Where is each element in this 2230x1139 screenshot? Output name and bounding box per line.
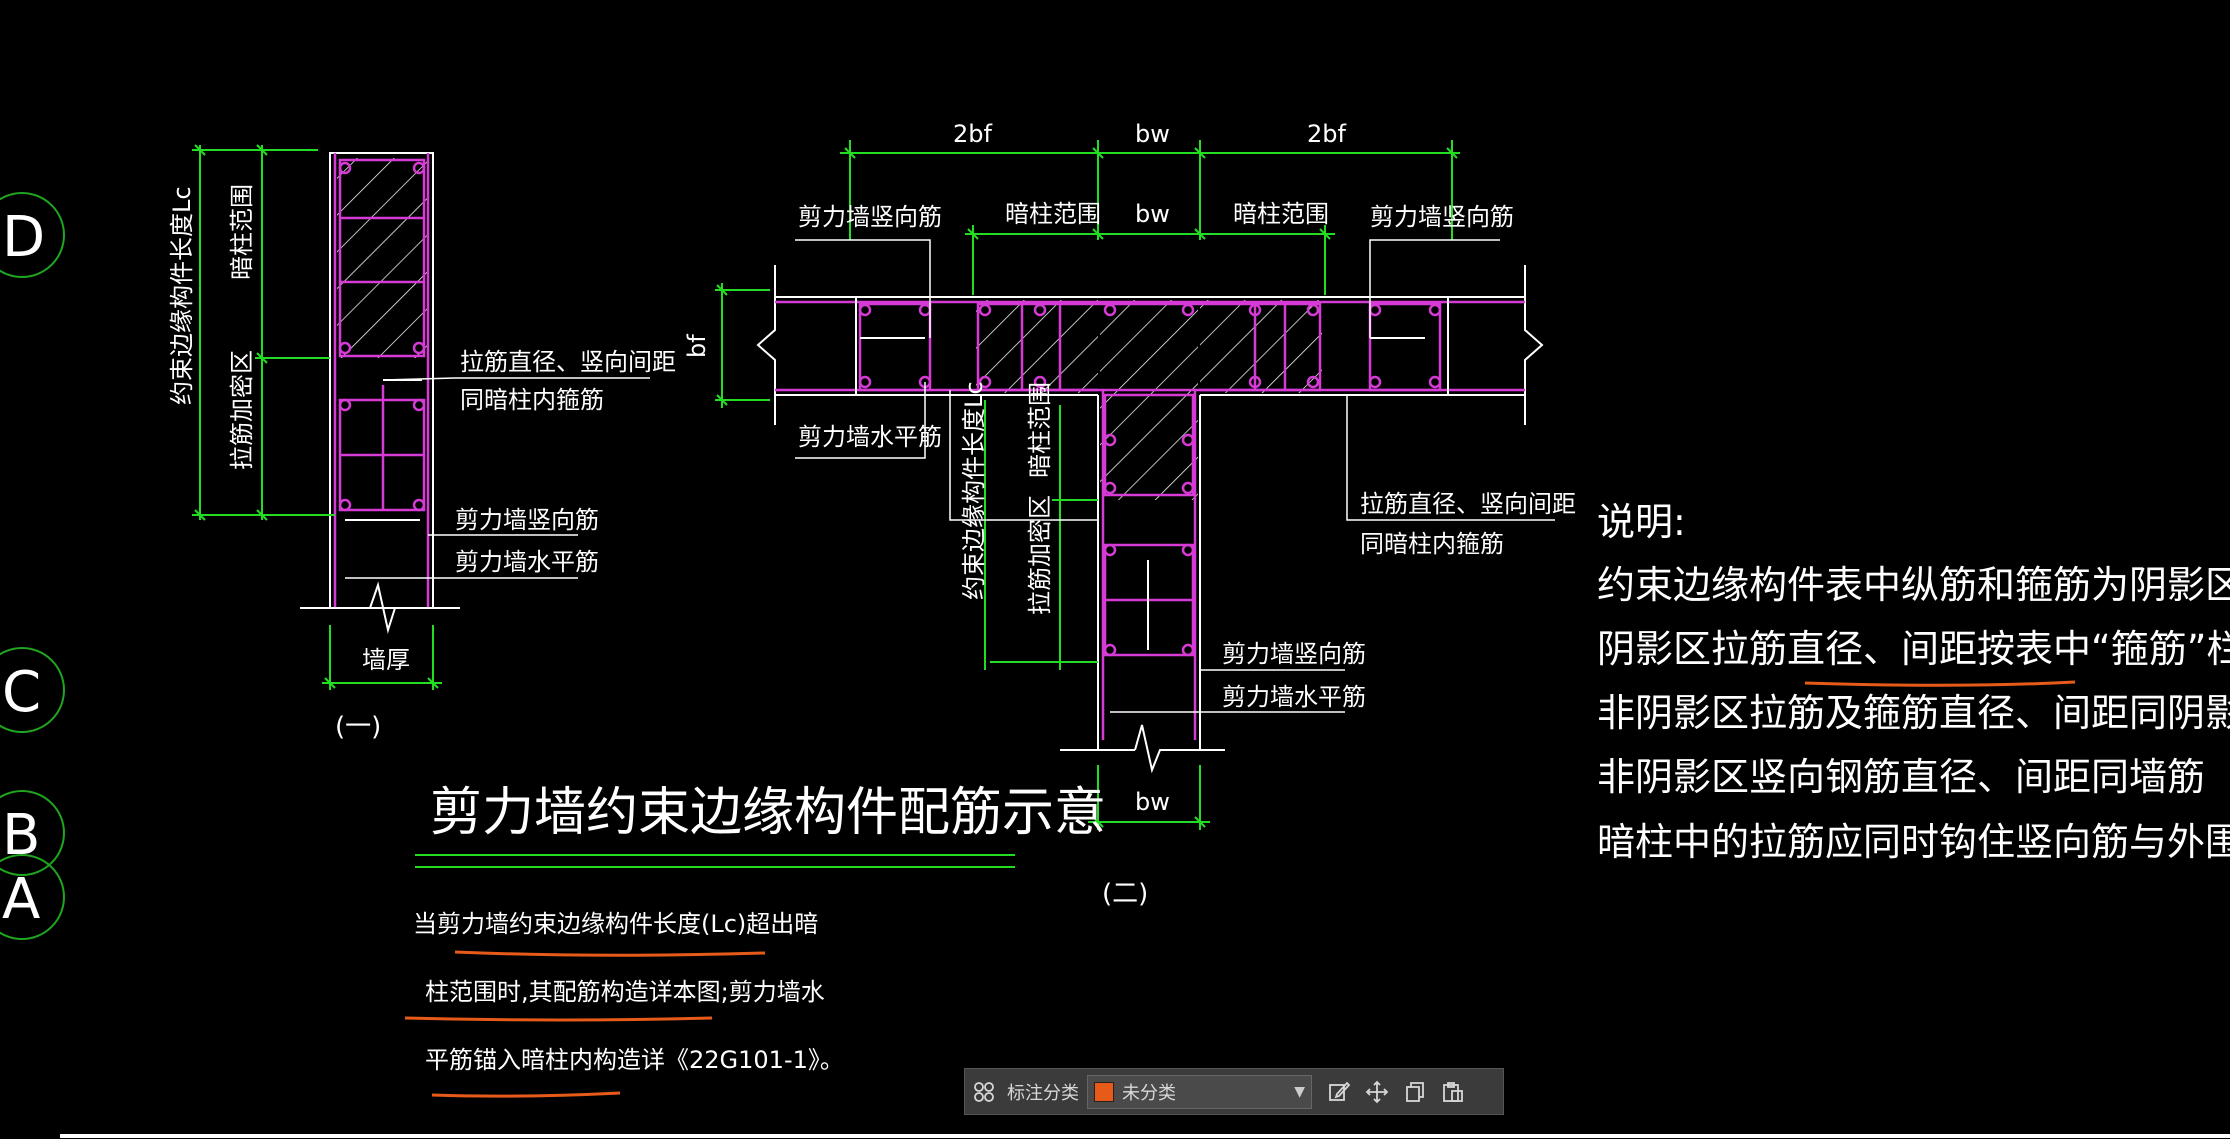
notes-line-2: 阴影区拉筋直径、间距按表中“箍筋”栏配置 <box>1597 627 2230 671</box>
notes-line-3: 非阴影区拉筋及箍筋直径、间距同阴影区 <box>1597 691 2230 735</box>
hatch-center <box>1100 300 1198 500</box>
chevron-down-icon: ▼ <box>1294 1083 1305 1100</box>
drawing-title: 剪力墙约束边缘构件配筋示意 <box>430 783 1106 843</box>
notes-line-4: 非阴影区竖向钢筋直径、间距同墙筋 <box>1597 755 2205 799</box>
core-hatch <box>337 158 427 358</box>
callout-tie-1: 拉筋直径、竖向间距 <box>1360 490 1576 518</box>
grid-letter-c: C <box>2 660 41 725</box>
toolbar-label: 标注分类 <box>1007 1082 1079 1104</box>
paste-icon[interactable] <box>1434 1073 1472 1111</box>
callout-tie-2: 同暗柱内箍筋 <box>460 386 604 414</box>
label-core-range: 暗柱范围 <box>228 184 256 280</box>
remark-line-1: 当剪力墙约束边缘构件长度(Lc)超出暗 <box>413 910 818 938</box>
callout-horizontal: 剪力墙水平筋 <box>455 548 599 576</box>
bottom-border <box>60 1134 2230 1138</box>
callout-vertical: 剪力墙竖向筋 <box>1222 640 1366 668</box>
notes-line-1: 约束边缘构件表中纵筋和箍筋为阴影区配筋 <box>1597 563 2230 607</box>
dims-detail2 <box>715 140 1460 830</box>
highlight-3 <box>431 1091 621 1098</box>
dim-bf: bf <box>683 334 711 358</box>
callout-tie-1: 拉筋直径、竖向间距 <box>460 348 676 376</box>
category-selected: 未分类 <box>1122 1082 1176 1104</box>
callout-vertical: 剪力墙竖向筋 <box>455 506 599 534</box>
drawing-canvas[interactable]: D C B A 暗柱范围 约束边缘构件长度Lc 拉筋加密区 拉筋直径、竖向间距 … <box>0 0 2230 1139</box>
label-boundary-length: 约束边缘构件长度Lc <box>168 186 196 405</box>
move-icon[interactable] <box>1358 1073 1396 1111</box>
dim-wall-thickness: 墙厚 <box>362 646 410 674</box>
remark-line-2: 柱范围时,其配筋构造详本图;剪力墙水 <box>425 978 825 1006</box>
grid-bubbles: D C B A <box>0 192 65 940</box>
caption-detail-1: (一) <box>335 712 381 742</box>
label-densify-zone: 拉筋加密区 <box>1026 495 1054 615</box>
dim-bw-top: bw <box>1135 120 1170 148</box>
annotation-toolbar: 标注分类 未分类 ▼ <box>964 1068 1504 1115</box>
callout-horizontal-top: 剪力墙水平筋 <box>798 423 942 451</box>
grid-icon[interactable] <box>965 1073 1003 1111</box>
highlight-2 <box>404 1016 713 1022</box>
callout-horizontal: 剪力墙水平筋 <box>1222 683 1366 711</box>
callout-vertical-left: 剪力墙竖向筋 <box>798 203 942 231</box>
remark: 当剪力墙约束边缘构件长度(Lc)超出暗 柱范围时,其配筋构造详本图;剪力墙水 平… <box>404 910 844 1098</box>
grid-letter-a: A <box>2 867 40 932</box>
edit-icon[interactable] <box>1320 1073 1358 1111</box>
highlight-notes <box>1804 680 2076 687</box>
label-densify-zone: 拉筋加密区 <box>228 350 256 470</box>
label-boundary-length: 约束边缘构件长度Lc <box>960 381 988 600</box>
color-swatch <box>1094 1081 1114 1102</box>
dim-2bf-left: 2bf <box>953 120 993 148</box>
category-select[interactable]: 未分类 ▼ <box>1087 1074 1312 1109</box>
callout-tie-2: 同暗柱内箍筋 <box>1360 530 1504 558</box>
notes: 说明: 约束边缘构件表中纵筋和箍筋为阴影区配筋 阴影区拉筋直径、间距按表中“箍筋… <box>1597 500 2230 864</box>
copy-icon[interactable] <box>1396 1073 1434 1111</box>
label-core-range-right: 暗柱范围 <box>1233 200 1329 228</box>
remark-line-3: 平筋锚入暗柱内构造详《22G101-1》。 <box>425 1046 844 1074</box>
dim-bw-bottom: bw <box>1135 788 1170 816</box>
caption-detail-2: (二) <box>1102 879 1148 909</box>
notes-line-5: 暗柱中的拉筋应同时钩住竖向筋与外围水平箍筋 <box>1597 820 2230 864</box>
detail-1: 暗柱范围 约束边缘构件长度Lc 拉筋加密区 拉筋直径、竖向间距 同暗柱内箍筋 剪… <box>168 144 676 742</box>
label-core-range-stem: 暗柱范围 <box>1026 382 1054 478</box>
notes-heading: 说明: <box>1597 500 1686 544</box>
dim-bw-mid: bw <box>1135 200 1170 228</box>
grid-letter-d: D <box>2 205 45 270</box>
dim-2bf-right: 2bf <box>1307 120 1347 148</box>
callout-vertical-right: 剪力墙竖向筋 <box>1370 203 1514 231</box>
highlight-1 <box>454 950 766 957</box>
hatch-right <box>1200 300 1322 393</box>
label-core-range-left: 暗柱范围 <box>1005 200 1101 228</box>
